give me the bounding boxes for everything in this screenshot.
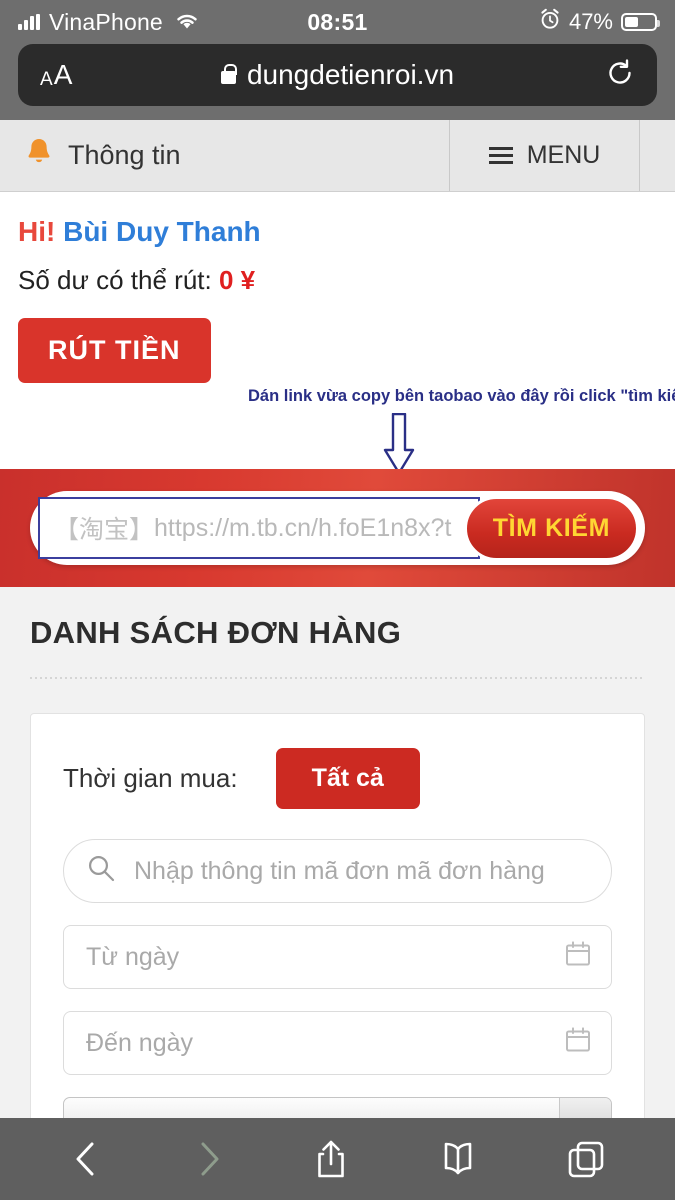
alarm-clock-icon	[539, 8, 561, 36]
search-icon	[86, 853, 116, 890]
balance-amount: 0 ¥	[218, 265, 256, 295]
orders-section: DANH SÁCH ĐƠN HÀNG Thời gian mua: Tất cả…	[0, 587, 675, 1200]
ios-status-bar: VinaPhone 08:51 47%	[0, 0, 675, 44]
nav-menu-button[interactable]: MENU	[450, 120, 640, 191]
placeholder-cjk: 【淘宝】	[54, 516, 155, 544]
signal-bars-icon	[18, 14, 40, 30]
nav-item-thong-tin[interactable]: Thông tin	[0, 120, 450, 191]
placeholder-url: https://m.tb.cn/h.foE1n8x?t	[154, 513, 452, 542]
time-filter-label: Thời gian mua:	[63, 763, 238, 793]
reload-icon[interactable]	[605, 58, 635, 93]
safari-address-bar-container: AA dungdetienroi.vn	[0, 44, 675, 120]
address-bar[interactable]: AA dungdetienroi.vn	[18, 44, 657, 106]
account-summary: Hi! Bùi Duy Thanh Số dư có thể rút: 0 ¥ …	[0, 192, 675, 383]
time-filter-all-button[interactable]: Tất cả	[275, 748, 420, 809]
user-name: Bùi Duy Thanh	[63, 216, 261, 247]
forward-icon[interactable]	[191, 1139, 225, 1179]
balance-line: Số dư có thể rút: 0 ¥	[18, 265, 657, 296]
search-pill: 【淘宝】 https://m.tb.cn/h.foE1n8x?t TÌM KIẾ…	[30, 491, 645, 565]
url-display: dungdetienroi.vn	[18, 59, 657, 91]
bookmarks-icon[interactable]	[437, 1140, 479, 1178]
greeting-label: Hi!	[18, 216, 56, 247]
calendar-icon[interactable]	[563, 1025, 593, 1062]
carrier-label: VinaPhone	[49, 8, 163, 35]
wifi-icon	[174, 9, 200, 36]
site-navbar: Thông tin MENU	[0, 120, 675, 192]
share-icon[interactable]	[312, 1138, 350, 1180]
taobao-link-input[interactable]: 【淘宝】 https://m.tb.cn/h.foE1n8x?t	[38, 497, 480, 559]
date-to-input[interactable]: Đến ngày	[63, 1011, 612, 1075]
text-size-button[interactable]: AA	[40, 61, 72, 90]
url-text: dungdetienroi.vn	[246, 59, 455, 90]
hamburger-icon	[488, 147, 513, 164]
lock-icon	[220, 64, 237, 84]
battery-icon	[621, 13, 660, 31]
status-bar-left: VinaPhone	[18, 9, 200, 36]
annotation-text: Dán link vừa copy bên taobao vào đây rồi…	[248, 387, 675, 405]
balance-label: Số dư có thể rút:	[18, 265, 212, 295]
calendar-icon[interactable]	[563, 939, 593, 976]
bell-icon	[24, 136, 54, 175]
taobao-search-banner: 【淘宝】 https://m.tb.cn/h.foE1n8x?t TÌM KIẾ…	[0, 469, 675, 587]
withdraw-button[interactable]: RÚT TIỀN	[18, 318, 211, 383]
date-to-placeholder: Đến ngày	[86, 1028, 194, 1057]
back-icon[interactable]	[70, 1139, 104, 1179]
battery-percent-label: 47%	[568, 9, 613, 34]
order-search-input[interactable]: Nhập thông tin mã đơn mã đơn hàng	[63, 839, 612, 903]
date-from-input[interactable]: Từ ngày	[63, 925, 612, 989]
nav-trailing-cell	[640, 120, 675, 191]
annotation-overlay: Dán link vừa copy bên taobao vào đây rồi…	[0, 383, 675, 475]
date-from-placeholder: Từ ngày	[86, 942, 180, 971]
order-search-placeholder: Nhập thông tin mã đơn mã đơn hàng	[134, 856, 545, 885]
page-title: DANH SÁCH ĐƠN HÀNG	[30, 615, 402, 650]
status-bar-right: 47%	[539, 8, 660, 36]
phone-screen: VinaPhone 08:51 47% A A dungdetienroi.vn…	[0, 0, 675, 1200]
nav-menu-label: MENU	[526, 141, 601, 169]
time-filter-row: Thời gian mua: Tất cả	[63, 748, 612, 809]
nav-info-label: Thông tin	[68, 140, 181, 170]
search-submit-button[interactable]: TÌM KIẾM	[463, 495, 639, 561]
safari-bottom-toolbar	[0, 1118, 675, 1200]
greeting-line: Hi! Bùi Duy Thanh	[18, 216, 657, 248]
tabs-icon[interactable]	[566, 1139, 606, 1179]
section-divider	[30, 677, 645, 679]
